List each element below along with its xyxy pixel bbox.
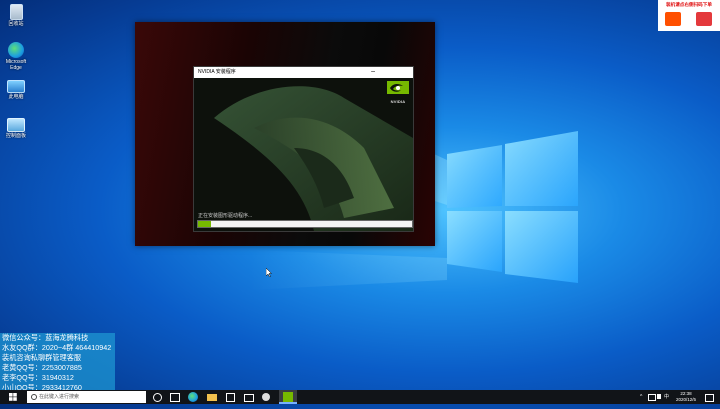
minimize-button[interactable]: – [371,67,375,77]
cortana-icon[interactable] [153,393,162,402]
taskbar-clock[interactable]: 22:38 2020/12/5 [672,391,700,403]
desktop-icon-label: 此电脑 [8,94,24,100]
info-line: 老李QQ号：31940312 [2,373,74,382]
info-line: 水友QQ群：2020~4群 464410942 [2,343,112,352]
search-icon [31,393,37,400]
desktop-icon-this-pc[interactable]: 此电脑 [2,80,30,100]
nvidia-taskbar-icon [283,392,293,402]
app-icon[interactable] [262,393,270,401]
nvidia-logo: NVIDIA [387,81,409,104]
install-status-text: 正在安装图形驱动程序... [198,213,253,219]
control-panel-icon [7,118,25,132]
task-view-icon[interactable] [170,393,180,402]
input-language[interactable]: 中 [664,390,669,404]
desktop-icon-label: 控制面板 [5,133,26,139]
install-progress-bar [197,220,413,228]
jd-logo-icon [696,12,712,26]
recycle-bin-icon [9,4,23,20]
computer-icon [7,80,25,93]
edge-icon [8,42,24,58]
installer-artwork [194,78,413,231]
taobao-logo-icon [665,12,681,26]
info-line: 装机咨询私聊群管理客服 [2,353,82,362]
start-button[interactable] [0,390,26,404]
installer-title: NVIDIA 安装程序 [198,69,236,75]
promo-banner[interactable]: 装机请点右侧扫码下单 [658,0,720,31]
info-line: 老黄QQ号：2253007885 [2,363,82,372]
taskbar: 在此键入进行搜索 ^ 中 22:38 2020/12/5 [0,390,720,404]
store-icon[interactable] [226,393,235,402]
windows-logo-icon [9,393,17,401]
network-icon[interactable] [648,394,656,401]
promo-text: 装机请点右侧扫码下单 [666,2,712,7]
file-explorer-icon[interactable] [207,394,217,401]
nvidia-logo-text: NVIDIA [390,99,406,104]
clock-date: 2020/12/5 [675,397,697,402]
mail-icon[interactable] [244,394,254,402]
install-progress-fill [198,221,211,227]
nvidia-eye-icon [387,81,409,94]
search-placeholder: 在此键入进行搜索 [39,394,80,400]
tray-chevron-icon[interactable]: ^ [640,390,642,404]
info-line: 微信公众号：蓝海龙腾科技 [2,333,89,342]
edge-taskbar-icon[interactable] [188,392,198,402]
installer-titlebar[interactable]: NVIDIA 安装程序 – [194,67,413,78]
desktop-icon-microsoft-edge[interactable]: Microsoft Edge [2,42,30,71]
desktop-icon-label: Microsoft Edge [5,59,27,71]
notification-icon[interactable] [705,394,714,402]
desktop-icon-recycle-bin[interactable]: 回收站 [2,4,30,27]
mouse-cursor-icon [266,268,272,277]
taskbar-search-box[interactable]: 在此键入进行搜索 [27,391,146,403]
contact-info-panel: 微信公众号：蓝海龙腾科技 水友QQ群：2020~4群 464410942 装机咨… [0,333,115,392]
nvidia-installer-window: NVIDIA 安装程序 – NVIDIA 正在安装图形驱动程序... [193,66,414,232]
desktop-icon-control-panel[interactable]: 控制面板 [2,118,30,139]
desktop-icon-label: 回收站 [8,21,24,27]
volume-icon[interactable] [657,394,661,399]
